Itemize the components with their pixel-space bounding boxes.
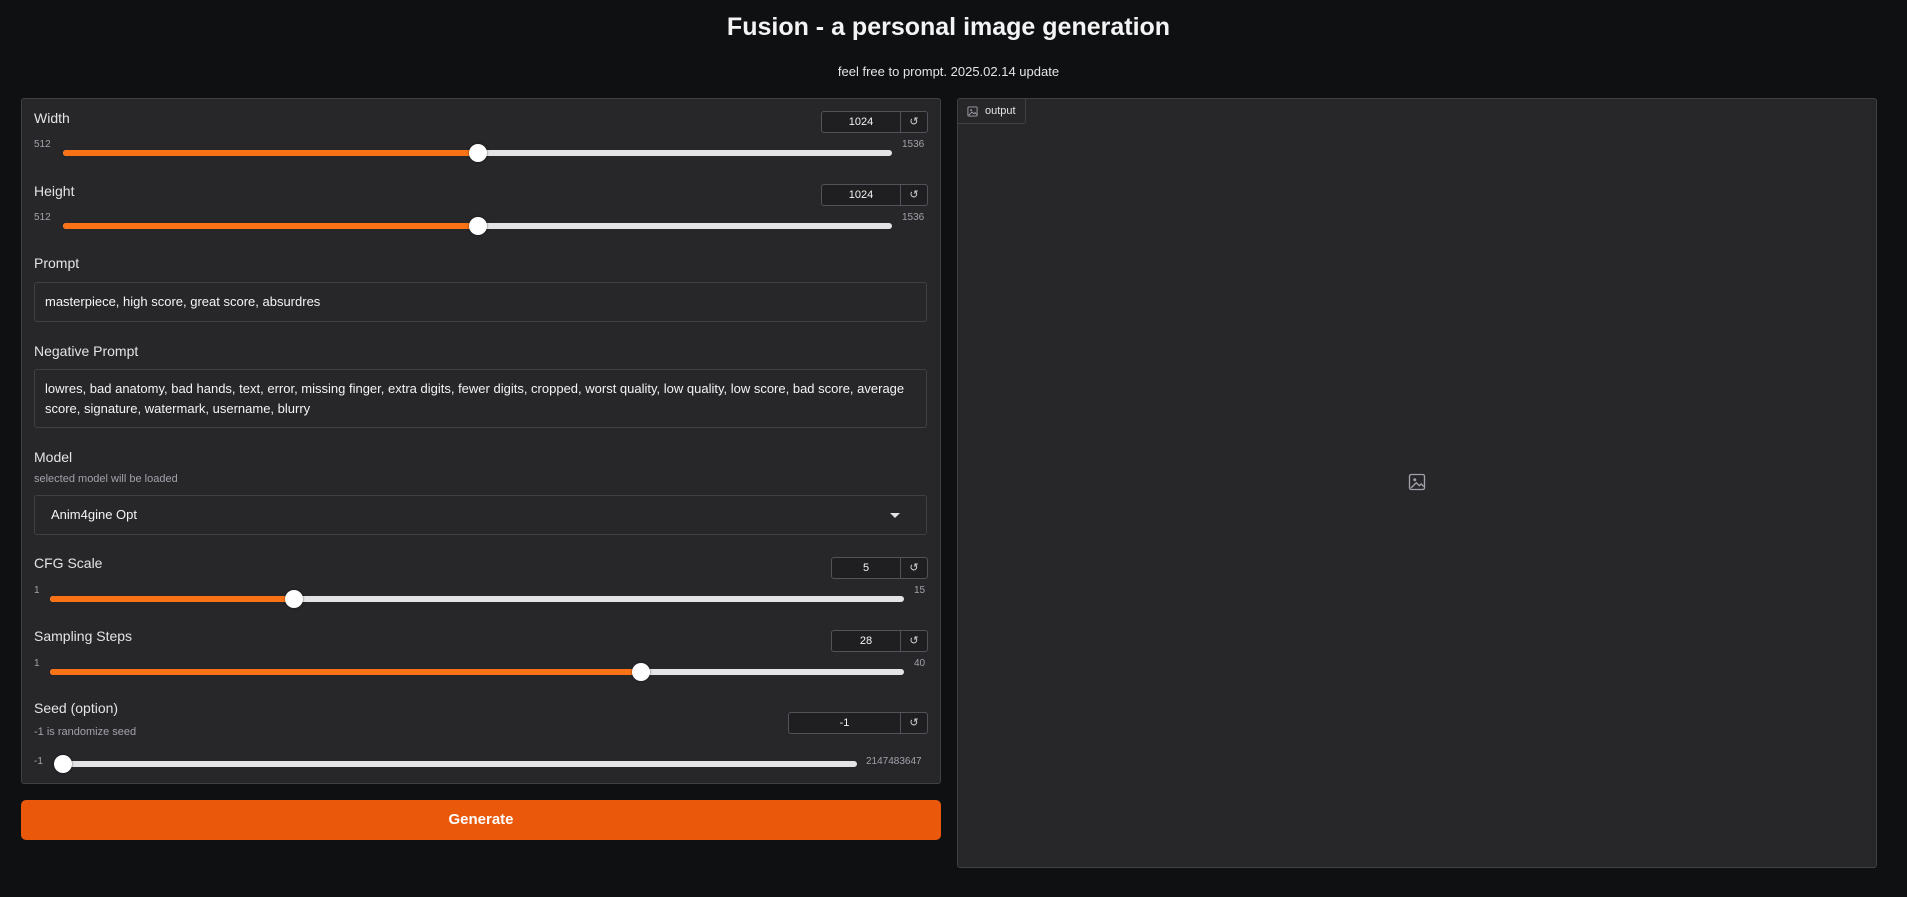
image-icon <box>967 105 978 117</box>
output-panel: output <box>957 98 1877 868</box>
model-label: Model <box>34 449 73 465</box>
cfg-scale-slider[interactable] <box>50 590 904 608</box>
height-min: 512 <box>34 212 51 223</box>
cfg-scale-slider-fill <box>50 596 294 602</box>
seed-slider[interactable] <box>54 755 857 773</box>
cfg-scale-value[interactable]: 5 <box>832 558 900 578</box>
sampling-steps-slider-thumb[interactable] <box>632 663 651 681</box>
height-label: Height <box>34 183 75 199</box>
seed-value[interactable]: -1 <box>789 713 900 733</box>
sampling-steps-value[interactable]: 28 <box>832 631 900 651</box>
sampling-steps-min: 1 <box>34 658 40 669</box>
width-max: 1536 <box>902 139 925 150</box>
chevron-down-icon[interactable] <box>890 513 900 518</box>
seed-slider-thumb[interactable] <box>54 755 72 773</box>
image-placeholder-icon <box>1408 473 1426 491</box>
output-label: output <box>985 105 1016 117</box>
prompt-textarea[interactable]: masterpiece, high score, great score, ab… <box>34 282 927 322</box>
seed-max: 2147483647 <box>866 756 922 767</box>
seed-label: Seed (option) <box>34 700 119 716</box>
model-selected: Anim4gine Opt <box>51 507 137 522</box>
cfg-scale-number-input[interactable]: 5 ↺ <box>831 557 928 579</box>
cfg-scale-label: CFG Scale <box>34 555 103 571</box>
height-slider-fill <box>63 223 478 229</box>
page-subtitle: feel free to prompt. 2025.02.14 update <box>837 64 1060 79</box>
generate-button[interactable]: Generate <box>21 800 941 840</box>
sampling-steps-label: Sampling Steps <box>34 628 133 644</box>
seed-min: -1 <box>34 756 43 767</box>
sampling-steps-number-input[interactable]: 28 ↺ <box>831 630 928 652</box>
height-slider-thumb[interactable] <box>468 217 487 235</box>
sampling-steps-slider[interactable] <box>50 663 904 681</box>
seed-info: -1 is randomize seed <box>34 726 137 738</box>
cfg-scale-min: 1 <box>34 585 40 596</box>
width-value[interactable]: 1024 <box>822 112 900 132</box>
cfg-scale-slider-thumb[interactable] <box>284 590 303 608</box>
cfg-scale-reset-icon[interactable]: ↺ <box>900 558 927 578</box>
output-label-tab: output <box>958 99 1026 124</box>
height-slider[interactable] <box>63 217 892 235</box>
cfg-scale-max: 15 <box>914 585 926 596</box>
height-max: 1536 <box>902 212 925 223</box>
seed-number-input[interactable]: -1 ↺ <box>788 712 928 734</box>
height-value[interactable]: 1024 <box>822 185 900 205</box>
sampling-steps-reset-icon[interactable]: ↺ <box>900 631 927 651</box>
prompt-label: Prompt <box>34 255 80 271</box>
settings-panel: Width 1024 ↺ 512 1536 Height 1024 ↺ 512 … <box>21 98 941 784</box>
model-dropdown[interactable]: Anim4gine Opt <box>34 495 927 535</box>
height-reset-icon[interactable]: ↺ <box>900 185 927 205</box>
sampling-steps-max: 40 <box>914 658 926 669</box>
negative-prompt-label: Negative Prompt <box>34 343 139 359</box>
width-label: Width <box>34 110 70 126</box>
sampling-steps-slider-fill <box>50 669 642 675</box>
width-min: 512 <box>34 139 51 150</box>
width-reset-icon[interactable]: ↺ <box>900 112 927 132</box>
height-number-input[interactable]: 1024 ↺ <box>821 184 928 206</box>
model-info: selected model will be loaded <box>34 473 178 485</box>
width-slider-thumb[interactable] <box>468 144 487 162</box>
width-slider-fill <box>63 150 478 156</box>
seed-reset-icon[interactable]: ↺ <box>900 713 927 733</box>
page-title: Fusion - a personal image generation <box>726 13 1171 41</box>
width-slider[interactable] <box>63 144 892 162</box>
width-number-input[interactable]: 1024 ↺ <box>821 111 928 133</box>
negative-prompt-textarea[interactable]: lowres, bad anatomy, bad hands, text, er… <box>34 369 927 428</box>
